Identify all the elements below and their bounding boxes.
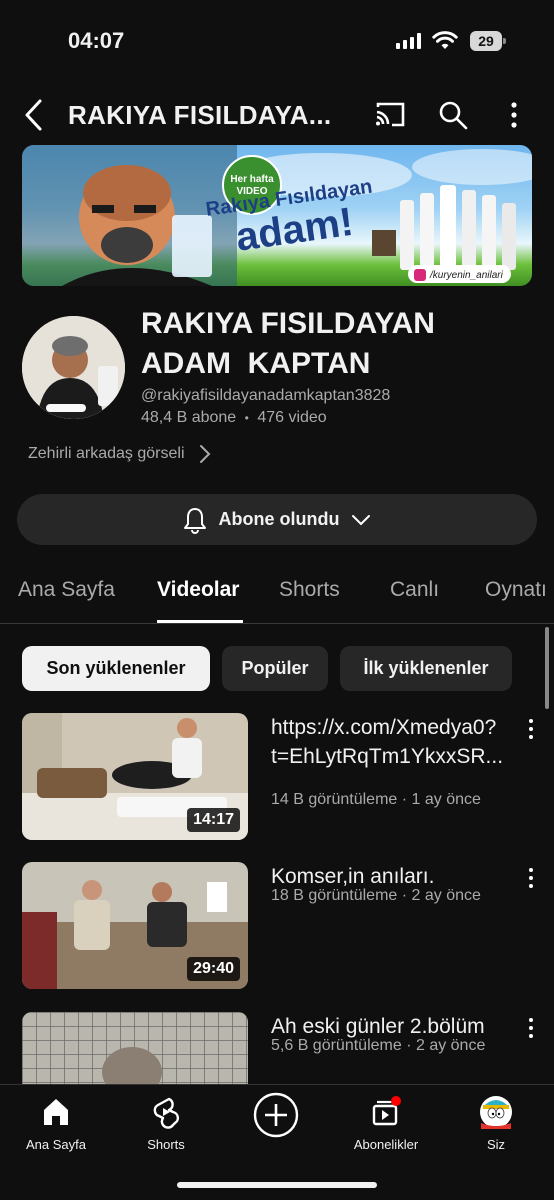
shorts-icon [153, 1097, 180, 1129]
nav-create[interactable] [221, 1091, 331, 1147]
banner-bottles [400, 185, 516, 270]
video-thumbnail[interactable]: 14:17 [22, 713, 248, 840]
video-count: 476 video [257, 409, 327, 426]
chip-oldest[interactable]: İlk yüklenenler [340, 646, 512, 691]
home-icon [44, 1099, 68, 1125]
nav-you[interactable]: Siz [441, 1095, 551, 1152]
back-arrow-icon[interactable] [22, 98, 46, 132]
banner-social-tag: /kuryenin_anilari [408, 265, 511, 283]
chip-popular[interactable]: Popüler [222, 646, 328, 691]
cast-icon[interactable] [374, 100, 406, 128]
channel-link-label: Zehirli arkadaş görseli [28, 445, 185, 462]
video-item[interactable]: 14:17 https://x.com/Xmedya0?t=EhLytRqTm1… [0, 713, 554, 843]
avatar-icon [480, 1096, 512, 1129]
tab-home[interactable]: Ana Sayfa [18, 578, 115, 602]
channel-stats: 48,4 B abone • 476 video [141, 409, 327, 427]
tab-playlists[interactable]: Oynatı [485, 578, 547, 602]
subscribed-label: Abone olundu [218, 509, 340, 529]
battery-level: 29 [470, 31, 502, 51]
video-duration: 29:40 [187, 957, 240, 981]
top-app-bar: RAKIYA FISILDAYA... [0, 88, 554, 144]
tab-live[interactable]: Canlı [390, 578, 439, 602]
video-title[interactable]: https://x.com/Xmedya0?t=EhLytRqTm1YkxxSR… [271, 713, 519, 800]
video-meta: 14 B görüntüleme · 1 ay önce [271, 791, 481, 808]
nav-home[interactable]: Ana Sayfa [1, 1095, 111, 1152]
search-icon[interactable] [438, 100, 468, 130]
chevron-down-icon [352, 514, 371, 525]
video-thumbnail[interactable] [22, 1012, 248, 1084]
video-item[interactable]: 29:40 Komser,in anıları. 18 B görüntülem… [0, 862, 554, 992]
wifi-icon [432, 31, 458, 49]
subscriber-count: 48,4 B abone [141, 409, 237, 426]
channel-name: RAKIYA FISILDAYAN ADAM KAPTAN [141, 307, 435, 380]
channel-avatar[interactable] [22, 316, 125, 419]
scrollbar[interactable] [545, 627, 549, 709]
tab-videos[interactable]: Videolar [157, 578, 239, 602]
video-more-icon[interactable] [524, 1016, 538, 1040]
bell-icon [183, 507, 206, 534]
chip-latest[interactable]: Son yüklenenler [22, 646, 210, 691]
video-meta: 5,6 B görüntüleme · 2 ay önce [271, 1037, 486, 1054]
video-item[interactable]: Ah eski günler 2.bölüm 5,6 B görüntüleme… [0, 1012, 554, 1084]
subscriptions-icon [372, 1096, 401, 1126]
status-time: 04:07 [68, 28, 125, 53]
video-meta: 18 B görüntüleme · 2 ay önce [271, 887, 481, 904]
tab-shorts[interactable]: Shorts [279, 578, 340, 602]
channel-tabs: Ana Sayfa Videolar Shorts Canlı Oynatı [0, 568, 554, 624]
status-bar: 04:07 29 [0, 0, 554, 80]
subscribed-button[interactable]: Abone olundu [17, 494, 537, 545]
stats-separator: • [244, 411, 249, 425]
cellular-signal-icon [396, 33, 421, 49]
channel-banner: Her hafta VIDEO Rakıya Fısıldayan adam! /… [22, 145, 532, 286]
chevron-right-icon [199, 445, 210, 463]
home-indicator[interactable] [177, 1182, 377, 1188]
more-options-icon[interactable] [504, 100, 524, 130]
video-more-icon[interactable] [524, 717, 538, 741]
channel-handle: @rakiyafisildayanadamkaptan3828 [141, 387, 391, 404]
channel-link[interactable]: Zehirli arkadaş görseli [28, 444, 211, 464]
video-duration: 14:17 [187, 808, 240, 832]
instagram-icon [414, 269, 426, 281]
nav-subscriptions[interactable]: Abonelikler [331, 1095, 441, 1152]
create-icon [253, 1092, 299, 1138]
nav-shorts[interactable]: Shorts [111, 1095, 221, 1152]
video-thumbnail[interactable]: 29:40 [22, 862, 248, 989]
battery-icon: 29 [470, 31, 506, 51]
page-title: RAKIYA FISILDAYA... [68, 100, 332, 130]
active-tab-indicator [157, 620, 243, 623]
video-more-icon[interactable] [524, 866, 538, 890]
